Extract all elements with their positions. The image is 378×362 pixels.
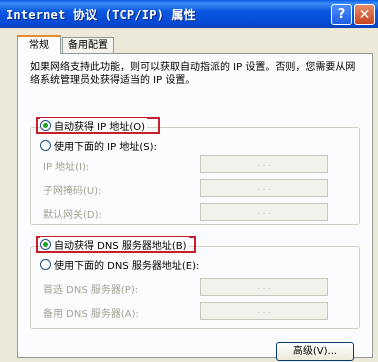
radio-manual-ip[interactable]: 使用下面的 IP 地址(S): <box>40 138 159 153</box>
radio-auto-ip-label: 自动获得 IP 地址(O) <box>54 121 146 133</box>
radio-auto-dns[interactable]: 自动获得 DNS 服务器地址(B) <box>40 237 189 252</box>
alternate-dns-input[interactable]: . . . <box>200 302 328 320</box>
default-gateway-label: 默认网关(D): <box>43 210 102 221</box>
radio-manual-dns-indicator[interactable] <box>40 258 51 270</box>
help-icon: ? <box>337 7 346 22</box>
alternate-dns-label: 备用 DNS 服务器(A): <box>43 309 139 320</box>
subnet-mask-label: 子网掩码(U): <box>43 186 102 197</box>
radio-manual-dns[interactable]: 使用下面的 DNS 服务器地址(E): <box>40 257 202 272</box>
tab-general[interactable]: 常规 <box>17 35 61 54</box>
radio-manual-ip-indicator[interactable] <box>40 139 51 151</box>
radio-manual-ip-label: 使用下面的 IP 地址(S): <box>54 141 157 153</box>
ip-address-label: IP 地址(I): <box>43 162 90 173</box>
radio-manual-dns-label: 使用下面的 DNS 服务器地址(E): <box>54 260 200 272</box>
close-button[interactable]: ✕ <box>354 4 375 25</box>
radio-auto-dns-indicator[interactable] <box>40 238 51 250</box>
radio-auto-dns-label: 自动获得 DNS 服务器地址(B) <box>54 240 187 252</box>
preferred-dns-label: 首选 DNS 服务器(P): <box>43 285 139 296</box>
default-gateway-input[interactable]: . . . <box>200 203 328 221</box>
tab-alternate-config[interactable]: 备用配置 <box>62 37 114 53</box>
close-icon: ✕ <box>358 7 371 23</box>
subnet-mask-input[interactable]: . . . <box>200 179 328 197</box>
radio-auto-ip-indicator[interactable] <box>40 119 51 131</box>
window-title: Internet 协议 (TCP/IP) 属性 <box>6 8 196 22</box>
help-button[interactable]: ? <box>331 4 352 25</box>
preferred-dns-input[interactable]: . . . <box>200 278 328 296</box>
title-bar[interactable]: Internet 协议 (TCP/IP) 属性 ? ✕ <box>0 0 378 28</box>
description-text: 如果网络支持此功能，则可以获取自动指派的 IP 设置。否则，您需要从网络系统管理… <box>30 62 356 86</box>
ip-address-input[interactable]: . . . <box>200 155 328 173</box>
radio-auto-ip[interactable]: 自动获得 IP 地址(O) <box>40 118 148 133</box>
advanced-button[interactable]: 高级(V)... <box>276 342 354 361</box>
